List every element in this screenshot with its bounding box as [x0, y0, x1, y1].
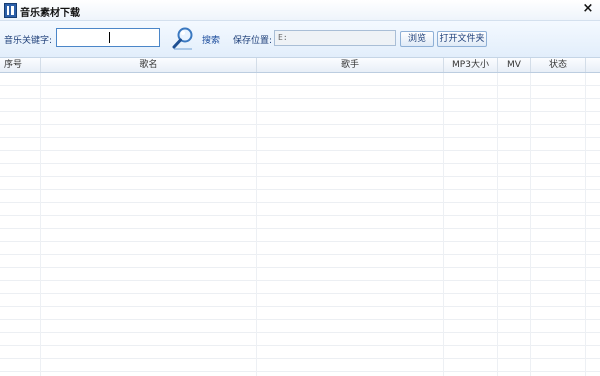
column-divider [40, 73, 41, 376]
magnifier-icon[interactable] [172, 26, 194, 50]
column-header-artist[interactable]: 歌手 [257, 58, 444, 72]
close-button[interactable]: × [581, 2, 595, 16]
column-divider [256, 73, 257, 376]
column-header-mv[interactable]: MV [498, 58, 531, 72]
music-download-window: 音乐素材下载 × 音乐关键字: 搜索 保存位置: E: 浏览 打开文件夹 序号 … [0, 0, 600, 376]
table-header: 序号 歌名 歌手 MP3大小 MV 状态 [0, 57, 600, 73]
keyword-input[interactable] [56, 28, 160, 47]
column-divider [530, 73, 531, 376]
toolbar: 音乐关键字: 搜索 保存位置: E: 浏览 打开文件夹 [0, 21, 600, 57]
column-divider [585, 73, 586, 376]
browse-button[interactable]: 浏览 [400, 31, 434, 47]
open-folder-button[interactable]: 打开文件夹 [437, 31, 487, 47]
column-header-status[interactable]: 状态 [531, 58, 586, 72]
save-location-label: 保存位置: [233, 36, 273, 46]
text-caret [109, 32, 110, 43]
results-table: 序号 歌名 歌手 MP3大小 MV 状态 [0, 57, 600, 376]
window-title: 音乐素材下载 [20, 8, 80, 19]
column-header-song[interactable]: 歌名 [41, 58, 257, 72]
search-link[interactable]: 搜索 [202, 33, 220, 46]
column-divider [443, 73, 444, 376]
app-icon [4, 3, 17, 18]
title-bar[interactable]: 音乐素材下载 × [0, 0, 600, 21]
column-header-mp3-size[interactable]: MP3大小 [444, 58, 498, 72]
keyword-label: 音乐关键字: [4, 36, 53, 46]
save-path-field[interactable]: E: [274, 30, 396, 46]
column-header-index[interactable]: 序号 [0, 58, 41, 72]
table-body[interactable] [0, 73, 600, 376]
column-divider [497, 73, 498, 376]
